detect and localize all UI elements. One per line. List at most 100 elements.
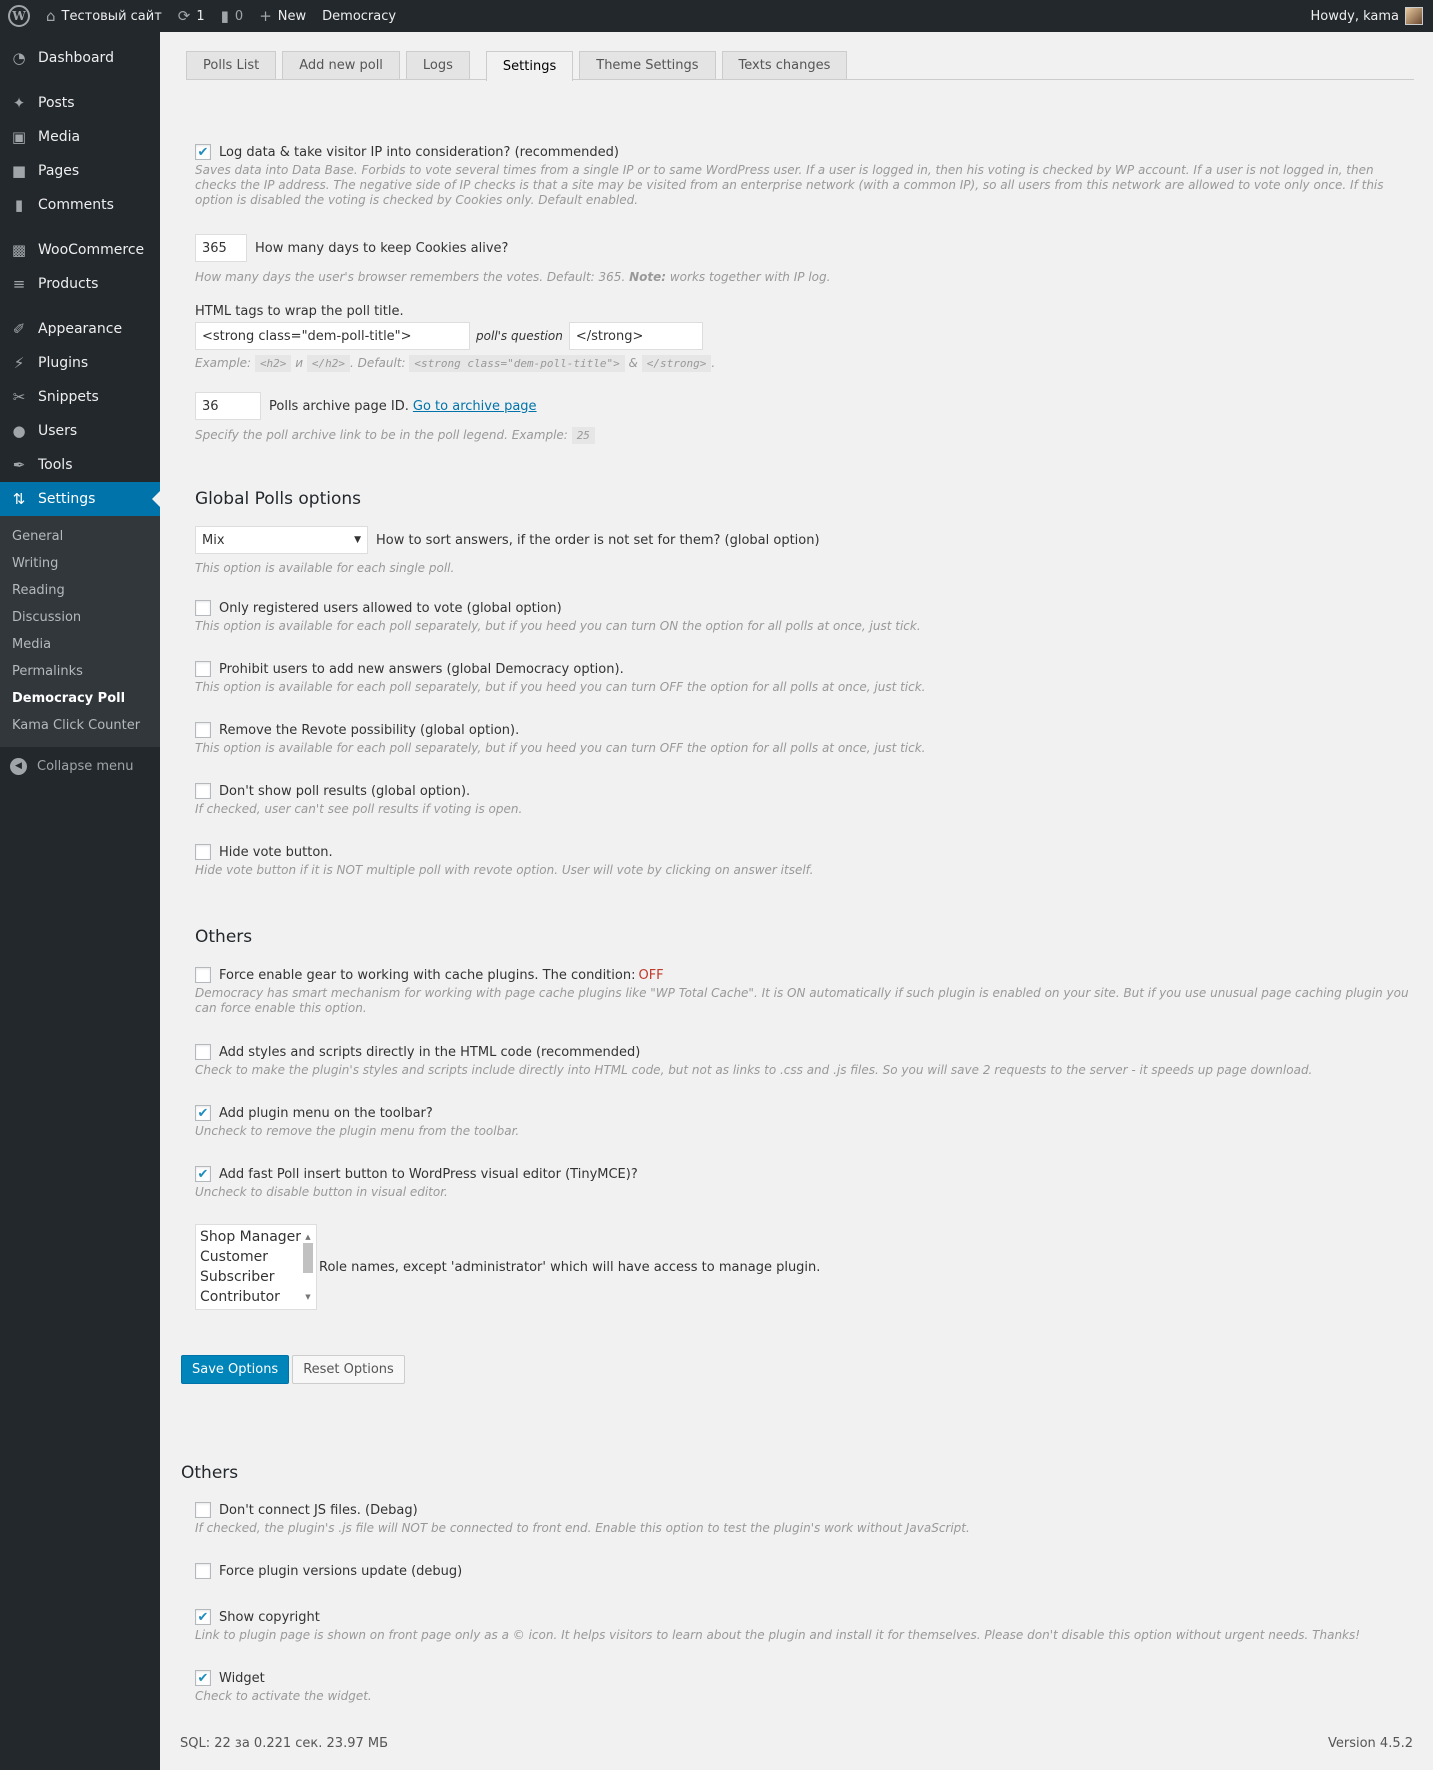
comment-icon: ▮ xyxy=(220,7,229,25)
inline-styles-option: Add styles and scripts directly in the H… xyxy=(195,1044,1313,1077)
sidebar-item-plugins[interactable]: ⚡ Plugins xyxy=(0,346,160,380)
settings-icon: ⇅ xyxy=(12,490,26,508)
submenu-kama-click-counter[interactable]: Kama Click Counter xyxy=(0,712,160,739)
sidebar-item-users[interactable]: ● Users xyxy=(0,414,160,448)
tab-polls-list[interactable]: Polls List xyxy=(186,51,277,79)
brush-icon: ✐ xyxy=(12,320,26,338)
sidebar-item-media[interactable]: ▣ Media xyxy=(0,120,160,154)
sidebar-item-snippets[interactable]: ✂ Snippets xyxy=(0,380,160,414)
title-tags-label: HTML tags to wrap the poll title. xyxy=(195,304,404,319)
updates-menu[interactable]: ⟳ 1 xyxy=(170,0,213,32)
pages-icon: ■ xyxy=(11,162,27,180)
registered-only-checkbox[interactable] xyxy=(195,600,211,616)
go-to-archive-link[interactable]: Go to archive page xyxy=(413,399,537,414)
remove-revote-checkbox[interactable] xyxy=(195,722,211,738)
others-heading: Others xyxy=(195,927,253,947)
new-label: New xyxy=(277,8,307,24)
cookie-days-desc: How many days the user's browser remembe… xyxy=(195,270,831,284)
sort-option: Mix ▼ How to sort answers, if the order is… xyxy=(195,526,820,576)
archive-page-id-input[interactable]: 36 xyxy=(195,392,261,420)
submenu-permalinks[interactable]: Permalinks xyxy=(0,658,160,685)
my-account-menu[interactable]: Howdy, kama xyxy=(1303,0,1433,32)
tab-theme-settings[interactable]: Theme Settings xyxy=(579,51,716,79)
hide-results-checkbox[interactable] xyxy=(195,783,211,799)
title-close-tag-input[interactable]: </strong> xyxy=(568,322,703,350)
log-ip-option: ✔ Log data & take visitor IP into conside… xyxy=(195,144,1415,208)
submenu-democracy-poll[interactable]: Democracy Poll xyxy=(0,685,160,712)
no-js-checkbox[interactable] xyxy=(195,1502,211,1518)
log-ip-checkbox[interactable]: ✔ xyxy=(195,144,211,160)
sidebar-item-woocommerce[interactable]: ▩ WooCommerce xyxy=(0,233,160,267)
new-content-menu[interactable]: + New xyxy=(251,0,314,32)
tab-add-new-poll[interactable]: Add new poll xyxy=(282,51,400,79)
role-option[interactable]: Shop Manager xyxy=(200,1227,312,1247)
footer: SQL: 22 за 0.221 сек. 23.97 МБ Version 4… xyxy=(180,1736,1413,1751)
tab-settings[interactable]: Settings xyxy=(485,51,574,81)
footer-version: Version 4.5.2 xyxy=(1327,1736,1413,1751)
archive-option: 36 Polls archive page ID. Go to archive pa… xyxy=(195,392,595,444)
sort-answers-select[interactable]: Mix ▼ xyxy=(195,526,368,554)
settings-submenu: General Writing Reading Discussion Media… xyxy=(0,516,160,747)
updates-count: 1 xyxy=(196,8,205,24)
sidebar-item-comments[interactable]: ▮ Comments xyxy=(0,188,160,222)
scissors-icon: ✂ xyxy=(12,388,26,406)
save-options-button[interactable]: Save Options xyxy=(181,1355,290,1384)
cookie-days-input[interactable]: 365 xyxy=(195,234,247,262)
dropdown-arrow-icon: ▼ xyxy=(354,535,361,545)
force-update-checkbox[interactable] xyxy=(195,1563,211,1579)
refresh-icon: ⟳ xyxy=(177,7,191,25)
roles-option: Shop Manager Customer Subscriber Contrib… xyxy=(195,1224,820,1310)
submenu-general[interactable]: General xyxy=(0,523,160,550)
title-tags-desc: Example: <h2> и </h2>. Default: <strong … xyxy=(195,355,716,372)
roles-listbox[interactable]: Shop Manager Customer Subscriber Contrib… xyxy=(195,1224,317,1310)
sidebar-item-tools[interactable]: ✒ Tools xyxy=(0,448,160,482)
sidebar-item-pages[interactable]: ■ Pages xyxy=(0,154,160,188)
title-open-tag-input[interactable]: <strong class="dem-poll-title"> xyxy=(195,322,470,350)
sidebar-item-posts[interactable]: ✦ Posts xyxy=(0,86,160,120)
media-icon: ▣ xyxy=(11,128,27,146)
hide-vote-button-option: Hide vote button. Hide vote button if it… xyxy=(195,844,814,877)
role-option[interactable]: Contributor xyxy=(200,1287,312,1307)
copyright-checkbox[interactable]: ✔ xyxy=(195,1609,211,1625)
form-actions: Save Options Reset Options xyxy=(181,1355,405,1384)
prohibit-answers-checkbox[interactable] xyxy=(195,661,211,677)
submenu-media[interactable]: Media xyxy=(0,631,160,658)
admin-bar: W ⌂ Тестовый сайт ⟳ 1 ▮ 0 + New Democracy Ho… xyxy=(0,0,1433,32)
widget-checkbox[interactable]: ✔ xyxy=(195,1670,211,1686)
hide-results-option: Don't show poll results (global option).… xyxy=(195,783,523,816)
site-name-menu[interactable]: ⌂ Тестовый сайт xyxy=(38,0,170,32)
democracy-label: Democracy xyxy=(322,8,397,24)
wp-logo-menu[interactable]: W xyxy=(0,0,38,32)
comments-menu[interactable]: ▮ 0 xyxy=(213,0,252,32)
inline-styles-checkbox[interactable] xyxy=(195,1044,211,1060)
toolbar-menu-checkbox[interactable]: ✔ xyxy=(195,1105,211,1121)
roles-scrollbar[interactable]: ▲ ▼ xyxy=(302,1227,314,1307)
tab-texts-changes[interactable]: Texts changes xyxy=(721,51,848,79)
sidebar-item-dashboard[interactable]: ◔ Dashboard xyxy=(0,41,160,75)
hide-vote-button-checkbox[interactable] xyxy=(195,844,211,860)
submenu-discussion[interactable]: Discussion xyxy=(0,604,160,631)
democracy-menu[interactable]: Democracy xyxy=(314,0,404,32)
collapse-menu-button[interactable]: ◀ Collapse menu xyxy=(0,747,160,785)
footer-stats: SQL: 22 за 0.221 сек. 23.97 МБ xyxy=(180,1736,389,1751)
role-option[interactable]: Subscriber xyxy=(200,1267,312,1287)
submenu-writing[interactable]: Writing xyxy=(0,550,160,577)
tinymce-button-checkbox[interactable]: ✔ xyxy=(195,1166,211,1182)
cache-checkbox[interactable] xyxy=(195,967,211,983)
submenu-reading[interactable]: Reading xyxy=(0,577,160,604)
collapse-arrow-icon: ◀ xyxy=(10,757,27,775)
role-option[interactable]: Customer xyxy=(200,1247,312,1267)
cart-icon: ≡ xyxy=(12,275,26,293)
main-content: Polls List Add new poll Logs Settings Th… xyxy=(160,32,1433,1770)
sidebar-item-settings[interactable]: ⇅ Settings xyxy=(0,482,160,516)
pin-icon: ✦ xyxy=(12,94,26,112)
remove-revote-option: Remove the Revote possibility (global op… xyxy=(195,722,926,755)
reset-options-button[interactable]: Reset Options xyxy=(292,1355,405,1384)
tinymce-button-option: ✔ Add fast Poll insert button to WordPres… xyxy=(195,1166,638,1199)
sidebar-item-appearance[interactable]: ✐ Appearance xyxy=(0,312,160,346)
tab-logs[interactable]: Logs xyxy=(405,51,470,79)
plugin-tabs: Polls List Add new poll Logs Settings Th… xyxy=(186,51,1414,81)
sidebar-item-products[interactable]: ≡ Products xyxy=(0,267,160,301)
global-options-heading: Global Polls options xyxy=(195,489,361,509)
poll-question-label: poll's question xyxy=(476,329,563,343)
